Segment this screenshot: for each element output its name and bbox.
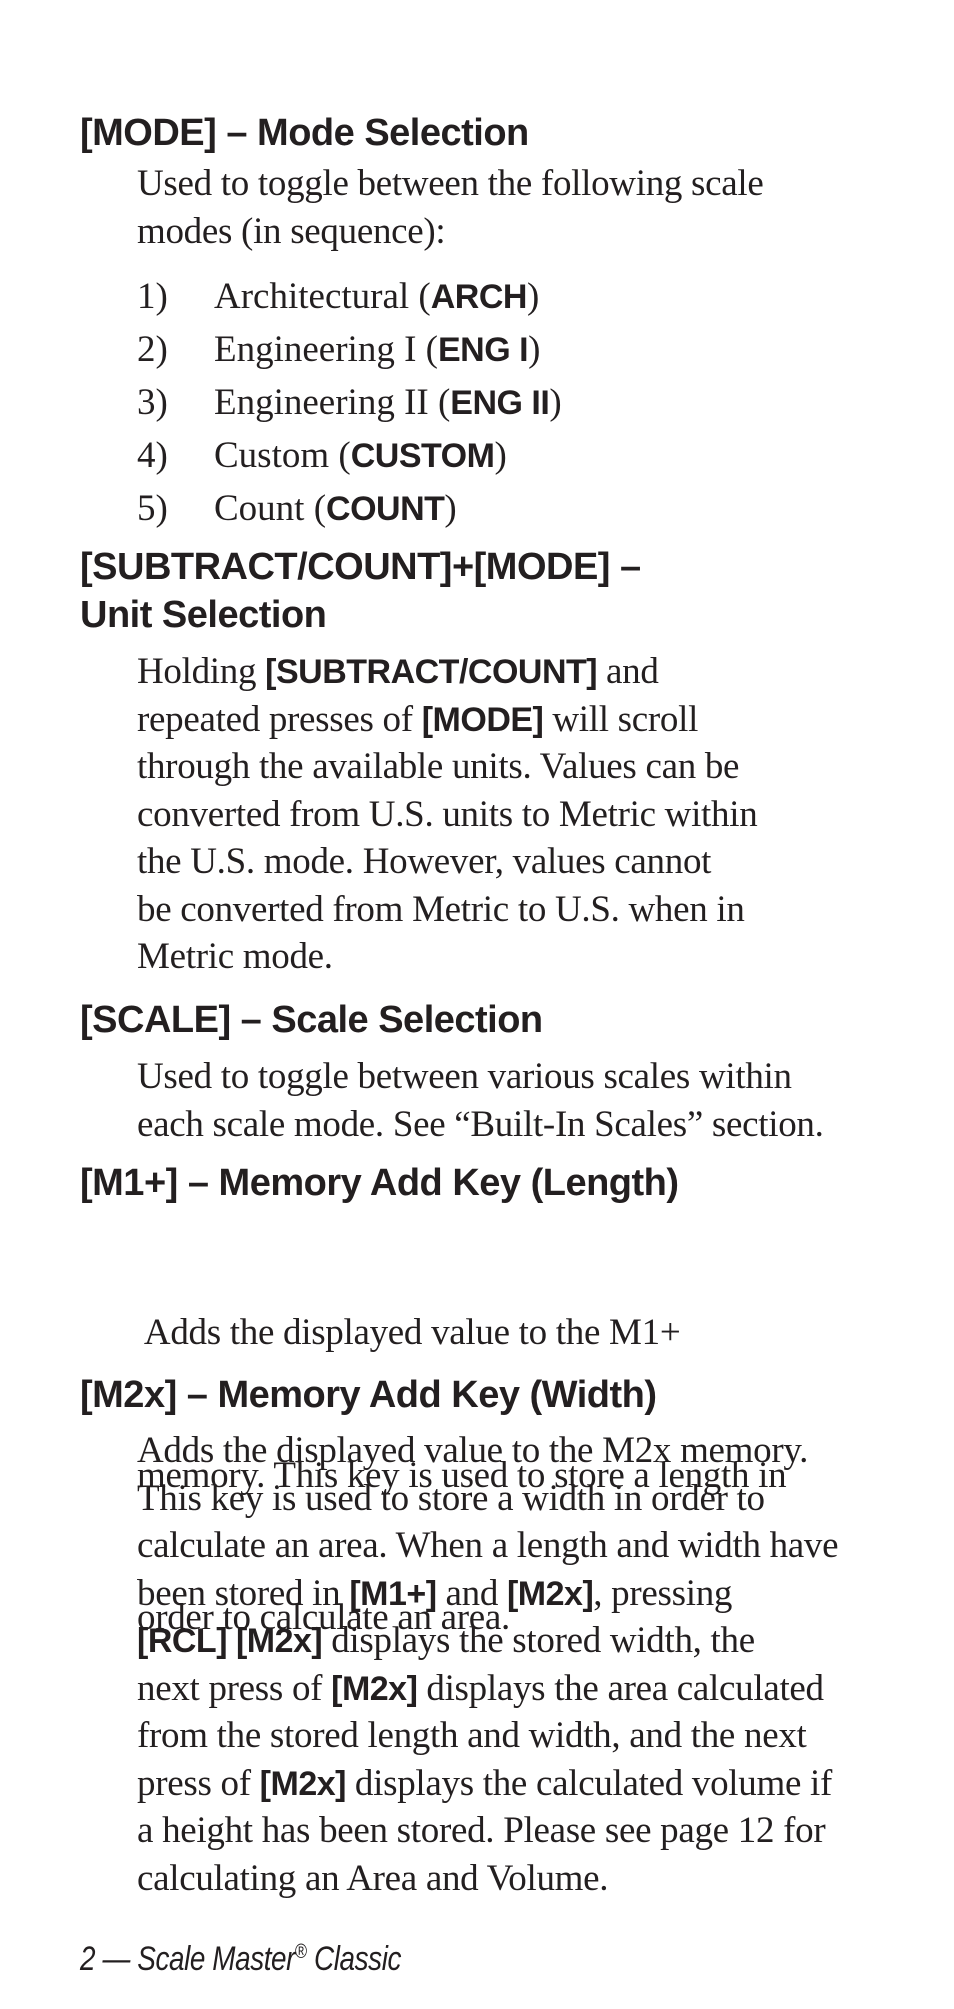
list-number: 5) [137, 488, 168, 529]
key-label: [MODE] [421, 700, 544, 739]
list-number: 2) [137, 329, 168, 370]
list-number: 4) [137, 435, 168, 476]
text: and [597, 651, 659, 692]
list-text-close: ) [549, 382, 562, 423]
key-label: [M2x] [259, 1764, 347, 1803]
text: next press of [137, 1667, 332, 1709]
mode-code: ENG II [450, 384, 550, 422]
body-line: from the stored length and width, and th… [137, 1715, 807, 1756]
product-name: Scale Master [137, 1940, 296, 1978]
scale-selection-heading: [SCALE] – Scale Selection [80, 999, 543, 1041]
text: , pressing [593, 1572, 733, 1614]
mode-code: ARCH [430, 278, 528, 316]
mode-code: COUNT [326, 490, 445, 528]
list-text-close: ) [526, 276, 540, 317]
text: displays the calculated volume if [345, 1762, 833, 1804]
text: Holding [137, 651, 266, 692]
body-line: converted from U.S. units to Metric with… [137, 793, 758, 835]
list-number: 3) [137, 382, 168, 423]
list-text: Custom ( [214, 435, 351, 476]
unit-selection-body: Holding [SUBTRACT/COUNT] and repeated pr… [137, 648, 758, 981]
list-text-close: ) [494, 435, 507, 476]
body-line: Adds the displayed value to the M1+ [137, 1312, 681, 1353]
product-suffix: Classic [306, 1940, 402, 1978]
text: press of [137, 1762, 260, 1804]
body-line: a height has been stored. Please see pag… [137, 1810, 826, 1851]
m2x-key-heading: [M2x] – Memory Add Key (Width) [80, 1374, 657, 1416]
body-line: This key is used to store a width in ord… [137, 1477, 765, 1519]
mode-selection-heading: [MODE] – Mode Selection [80, 112, 529, 154]
body-line: modes (in sequence): [137, 210, 446, 252]
text: been stored in [137, 1572, 350, 1614]
manual-page: [MODE] – Mode Selection Used to toggle b… [0, 0, 954, 2009]
text: displays the area calculated [417, 1667, 824, 1709]
list-text: Engineering I ( [214, 329, 438, 370]
body-line: repeated presses of [MODE] will scroll [137, 696, 757, 744]
footer-dash: — [95, 1940, 138, 1978]
text: displays the stored width, the [322, 1620, 755, 1661]
m2x-key-body: Adds the displayed value to the M2x memo… [137, 1427, 839, 1902]
page-footer: 2 — Scale Master® Classic [80, 1930, 401, 1981]
body-line: be converted from Metric to U.S. when in [137, 888, 745, 930]
page-number: 2 [80, 1940, 96, 1978]
body-line: through the available units. Values can … [137, 746, 740, 787]
body-line: [RCL] [M2x] displays the stored width, t… [137, 1617, 838, 1665]
list-text: Engineering II ( [214, 382, 451, 423]
text: and [436, 1572, 507, 1614]
heading-line: [SUBTRACT/COUNT]+[MODE] – [80, 546, 641, 588]
body-line: been stored in [M1+] and [M2x], pressing [137, 1570, 838, 1618]
heading-line: Unit Selection [80, 594, 327, 636]
body-line: next press of [M2x] displays the area ca… [137, 1665, 838, 1713]
mode-code: ENG I [437, 331, 529, 369]
mode-code: CUSTOM [350, 437, 495, 475]
text: repeated presses of [137, 698, 422, 740]
list-text-close: ) [444, 488, 457, 529]
body-line: calculating an Area and Volume. [137, 1857, 609, 1899]
text: will scroll [543, 698, 699, 740]
mode-selection-body: Used to toggle between the following sca… [137, 160, 764, 255]
body-line: Used to toggle between various scales wi… [137, 1056, 792, 1097]
body-line: calculate an area. When a length and wid… [137, 1525, 839, 1566]
list-number: 1) [137, 276, 168, 317]
key-label: [SUBTRACT/COUNT] [265, 653, 598, 691]
registered-mark-icon: ® [295, 1941, 307, 1963]
body-line: Adds the displayed value to the M2x memo… [137, 1430, 809, 1471]
unit-selection-heading: [SUBTRACT/COUNT]+[MODE] – Unit Selection [80, 542, 641, 638]
key-label: [RCL] [M2x] [137, 1622, 323, 1660]
body-line: press of [M2x] displays the calculated v… [137, 1760, 838, 1808]
list-text: Count ( [214, 488, 327, 529]
scale-selection-body: Used to toggle between various scales wi… [137, 1053, 824, 1148]
m1-key-heading: [M1+] – Memory Add Key (Length) [80, 1162, 679, 1204]
key-label: [M1+] [349, 1574, 437, 1613]
key-label: [M2x] [506, 1574, 594, 1613]
list-text-close: ) [528, 329, 541, 370]
body-line: Holding [SUBTRACT/COUNT] and [137, 648, 757, 696]
body-line: Used to toggle between the following sca… [137, 163, 764, 204]
body-line: each scale mode. See “Built-In Scales” s… [137, 1103, 824, 1145]
list-text: Architectural ( [214, 276, 431, 317]
key-label: [M2x] [331, 1669, 418, 1708]
body-line: the U.S. mode. However, values cannot [137, 841, 712, 882]
body-line: Metric mode. [137, 936, 333, 977]
